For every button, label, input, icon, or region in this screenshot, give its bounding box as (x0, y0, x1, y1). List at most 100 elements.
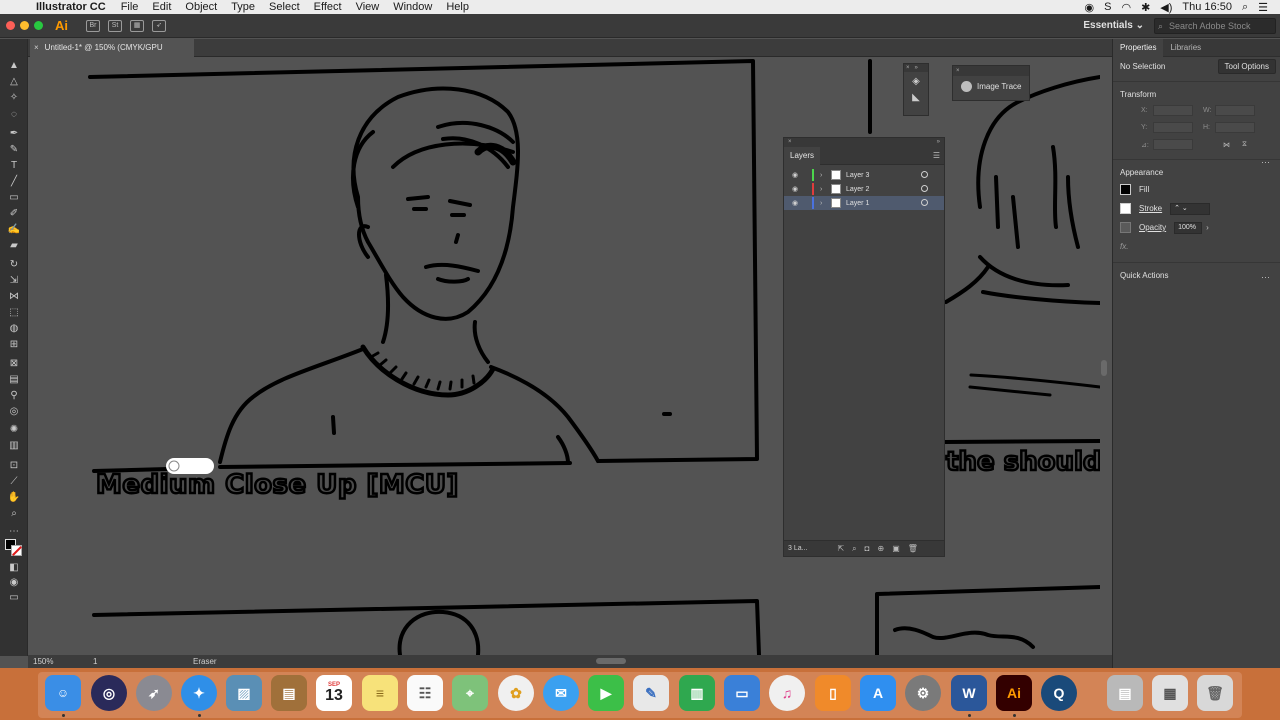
paintbrush-tool-icon[interactable]: ✐ (7, 207, 21, 219)
collect-export-icon[interactable]: ⇱ (837, 544, 844, 553)
line-tool-icon[interactable]: ╱ (7, 175, 21, 187)
illustrator-icon[interactable]: Ai (996, 675, 1032, 711)
type-tool-icon[interactable]: T (7, 159, 21, 171)
creative-cloud-icon[interactable]: ◉ (1085, 1, 1095, 14)
launchpad-icon[interactable]: ➶ (136, 675, 172, 711)
fill-color-swatch[interactable] (1120, 184, 1131, 195)
slice-tool-icon[interactable]: ⟋ (7, 475, 21, 487)
visibility-eye-icon[interactable]: ◉ (790, 199, 800, 207)
siri-icon[interactable]: ◎ (91, 675, 127, 711)
visibility-eye-icon[interactable]: ◉ (790, 171, 800, 179)
word-icon[interactable]: W (951, 675, 987, 711)
layer-name[interactable]: Layer 2 (846, 186, 869, 193)
appstore-icon[interactable]: A (860, 675, 896, 711)
fill-row[interactable]: Fill (1113, 180, 1280, 199)
quicktime-icon[interactable]: Q (1041, 675, 1077, 711)
itunes-icon[interactable]: ♫ (769, 675, 805, 711)
layer-row-1[interactable]: ◉ › Layer 1 (784, 196, 944, 210)
menu-file[interactable]: File (121, 1, 139, 13)
opacity-field[interactable]: 100% (1174, 221, 1203, 234)
more-options-icon[interactable]: ⋯ (1261, 272, 1270, 283)
flip-vertical-icon[interactable]: ⧖ (1242, 141, 1247, 149)
visibility-eye-icon[interactable]: ◉ (790, 185, 800, 193)
trash-icon[interactable]: 🗑 (1197, 675, 1233, 711)
workspace-switcher[interactable]: Essentials ⌄ (1083, 20, 1144, 31)
ibooks-icon[interactable]: ▯ (815, 675, 851, 711)
perspective-panel-icon[interactable]: ◣ (909, 92, 923, 104)
tab-layers[interactable]: Layers (784, 146, 821, 165)
panel-menu-icon[interactable]: ☰ (933, 151, 940, 160)
scale-tool-icon[interactable]: ⇲ (7, 274, 21, 286)
y-field[interactable] (1153, 122, 1193, 133)
flip-horizontal-icon[interactable]: ⋈ (1223, 141, 1230, 149)
gradient-tool-icon[interactable]: ▤ (7, 373, 21, 385)
volume-icon[interactable]: ◀) (1160, 1, 1172, 14)
photos-icon[interactable]: ✿ (498, 675, 534, 711)
image-trace-panel-icon[interactable]: ◈ (909, 76, 923, 88)
expand-chevron-icon[interactable]: › (820, 186, 828, 193)
artboard-tool-icon[interactable]: ⊡ (7, 459, 21, 471)
vertical-scrollbar[interactable] (1101, 360, 1107, 376)
more-tools-icon[interactable]: ⋯ (7, 525, 21, 537)
blob-brush-tool-icon[interactable]: ✍ (7, 223, 21, 235)
menu-window[interactable]: Window (393, 1, 432, 13)
menu-effect[interactable]: Effect (314, 1, 342, 13)
chevron-right-icon[interactable]: › (1206, 223, 1209, 232)
downloads-stack-icon[interactable]: ▤ (1107, 675, 1143, 711)
image-trace-button[interactable]: Image Trace (953, 76, 1029, 92)
screen-mode-icon[interactable]: ▭ (7, 591, 21, 603)
new-layer-icon[interactable]: ▣ (892, 544, 900, 553)
symbol-sprayer-tool-icon[interactable]: ✺ (7, 423, 21, 435)
eyedropper-tool-icon[interactable]: ⚲ (7, 389, 21, 401)
layer-name[interactable]: Layer 1 (846, 200, 869, 207)
menu-edit[interactable]: Edit (152, 1, 171, 13)
rectangle-tool-icon[interactable]: ▭ (7, 191, 21, 203)
messages-icon[interactable]: ✉ (543, 675, 579, 711)
angle-field[interactable] (1153, 139, 1193, 150)
system-preferences-icon[interactable]: ⚙ (905, 675, 941, 711)
stock-icon[interactable]: St (108, 19, 122, 32)
menu-select[interactable]: Select (269, 1, 300, 13)
expand-chevron-icon[interactable]: › (820, 172, 828, 179)
menu-object[interactable]: Object (185, 1, 217, 13)
safari-icon[interactable]: ✦ (181, 675, 217, 711)
stroke-weight-field[interactable]: ⌃ ⌄ (1170, 202, 1211, 215)
hand-tool-icon[interactable]: ✋ (7, 491, 21, 503)
stroke-swatch[interactable] (11, 545, 22, 556)
direct-selection-tool-icon[interactable]: △ (7, 75, 21, 87)
column-graph-tool-icon[interactable]: ▥ (7, 439, 21, 451)
stroke-row[interactable]: Stroke ⌃ ⌄ (1113, 199, 1280, 218)
notes-icon[interactable]: ≡ (362, 675, 398, 711)
close-window-button[interactable] (6, 21, 15, 30)
curvature-tool-icon[interactable]: ✎ (7, 143, 21, 155)
minimize-window-button[interactable] (20, 21, 29, 30)
width-tool-icon[interactable]: ⋈ (7, 290, 21, 302)
more-options-icon[interactable]: ⋯ (1261, 157, 1270, 168)
notebook-icon[interactable]: ▤ (271, 675, 307, 711)
w-field[interactable] (1215, 105, 1255, 116)
menu-view[interactable]: View (356, 1, 380, 13)
clock[interactable]: Thu 16:50 (1182, 1, 1232, 13)
bridge-icon[interactable]: Br (86, 19, 100, 32)
fx-button[interactable]: fx. (1120, 242, 1128, 251)
search-stock-input[interactable]: ⌕ Search Adobe Stock (1154, 17, 1276, 34)
reminders-icon[interactable]: ☷ (407, 675, 443, 711)
horizontal-scrollbar[interactable] (596, 658, 626, 664)
locate-object-icon[interactable]: ⌕ (852, 544, 856, 554)
h-field[interactable] (1215, 122, 1255, 133)
magic-wand-tool-icon[interactable]: ✧ (7, 91, 21, 103)
floating-panel-header[interactable]: × » (904, 64, 928, 72)
mesh-tool-icon[interactable]: ⊠ (7, 357, 21, 369)
stroke-label[interactable]: Stroke (1139, 204, 1162, 213)
close-tab-icon[interactable]: × (34, 43, 39, 52)
x-field[interactable] (1153, 105, 1193, 116)
spotlight-icon[interactable]: ⌕ (1242, 1, 1248, 14)
layer-row-2[interactable]: ◉ › Layer 2 (784, 182, 944, 196)
layer-target-icon[interactable] (921, 171, 928, 178)
zoom-tool-icon[interactable]: ⌕ (7, 507, 21, 519)
opacity-label[interactable]: Opacity (1139, 223, 1166, 232)
lasso-tool-icon[interactable]: ◌ (7, 108, 21, 120)
numbers-icon[interactable]: ▥ (679, 675, 715, 711)
gpu-performance-icon[interactable]: ➶ (152, 19, 166, 32)
new-sublayer-icon[interactable]: ⊕ (878, 544, 885, 553)
